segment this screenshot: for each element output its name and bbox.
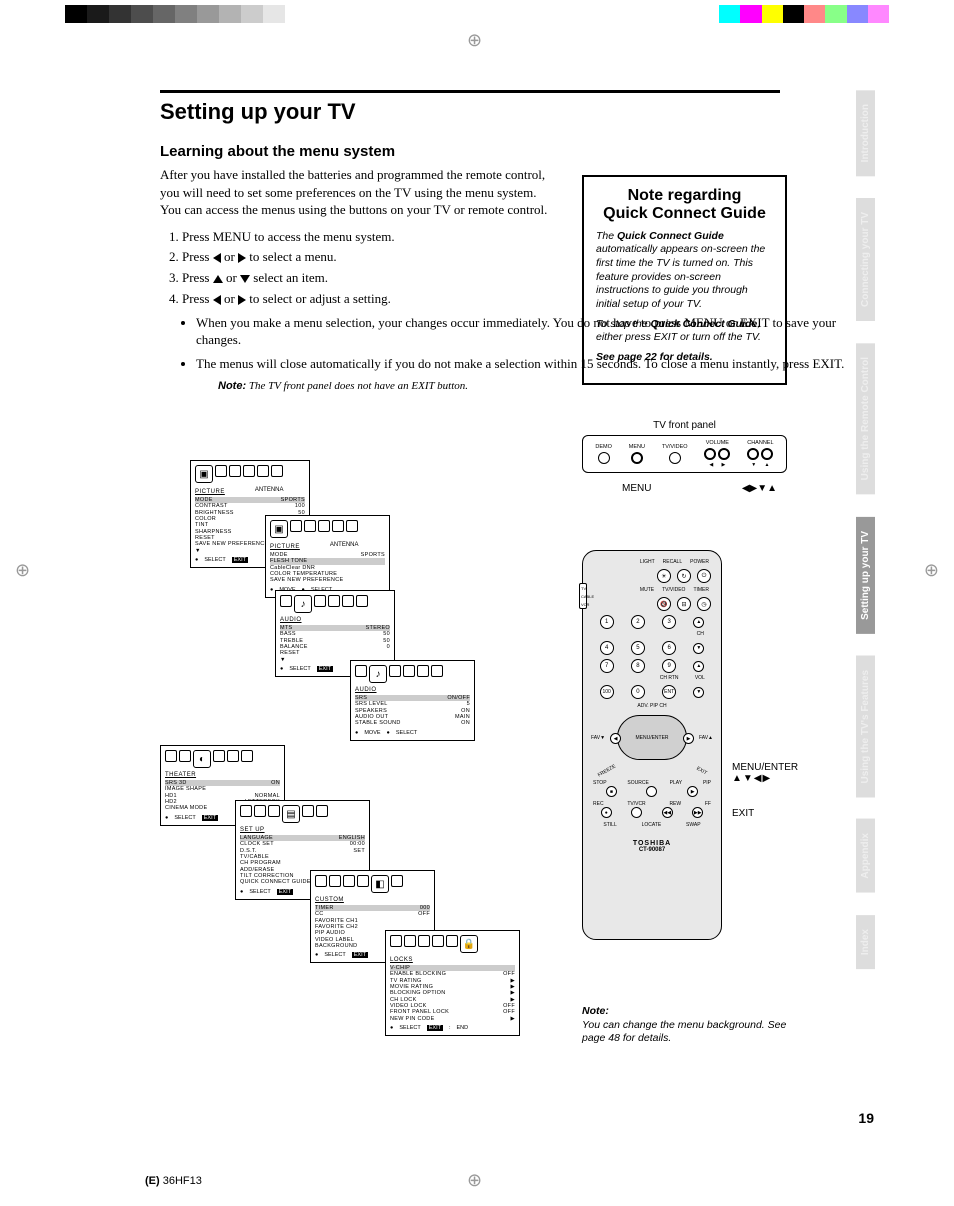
arrow-up-icon bbox=[213, 275, 223, 283]
sidebar-tab: Using the Remote Control bbox=[856, 343, 875, 494]
remote-diagram: TVCABLEVCR LIGHTRECALLPOWER ☀↻⏻ MUTETV/V… bbox=[582, 550, 812, 940]
arrow-right-icon bbox=[238, 295, 246, 305]
quick-connect-note-box: Note regardingQuick Connect Guide The Qu… bbox=[582, 175, 787, 385]
sidebar-tab: Connecting your TV bbox=[856, 198, 875, 321]
rew-icon: ◀◀ bbox=[662, 807, 673, 818]
ff-icon: ▶▶ bbox=[692, 807, 703, 818]
vol-up-icon bbox=[718, 448, 730, 460]
menu-button-icon bbox=[631, 452, 643, 464]
menu-enter-pad-icon: MENU/ENTER ◀ ▶ bbox=[617, 715, 687, 760]
mute-button-icon: 🔇 bbox=[657, 597, 671, 611]
tvvcr-icon bbox=[631, 807, 642, 818]
sidebar-tab: Index bbox=[856, 915, 875, 969]
arrow-down-icon bbox=[240, 275, 250, 283]
tvvideo-button-icon: ⊟ bbox=[677, 597, 691, 611]
play-icon: ▶ bbox=[687, 786, 698, 797]
menu-screenshots: ▣ PICTUREANTENNA MODESPORTSCONTRAST100BR… bbox=[160, 460, 550, 1060]
recall-button-icon: ↻ bbox=[677, 569, 691, 583]
menu-locks: 🔒 LOCKS V-CHIP ENABLE BLOCKINGOFF TV RAT… bbox=[385, 930, 520, 1036]
intro-text: After you have installed the batteries a… bbox=[160, 166, 560, 219]
tvvideo-button-icon bbox=[669, 452, 681, 464]
demo-button-icon bbox=[598, 452, 610, 464]
brand-label: TOSHIBA bbox=[591, 840, 713, 847]
callout-menu-enter: MENU/ENTER ▲▼◀▶ bbox=[732, 762, 798, 784]
tv-front-panel: TV front panel DEMO MENU TV/VIDEO VOLUME… bbox=[582, 420, 787, 494]
title-rule bbox=[160, 90, 780, 93]
bottom-note: Note: You can change the menu background… bbox=[582, 1005, 787, 1046]
menu-picture2: ▣ PICTUREANTENNA MODESPORTSFLESH TONECab… bbox=[265, 515, 390, 598]
footer-code: (E) 36HF13 bbox=[145, 1175, 202, 1187]
front-menu-label: MENU bbox=[622, 483, 651, 494]
light-button-icon: ☀ bbox=[657, 569, 671, 583]
notebox-p2: To stop the Quick Connect Guide, either … bbox=[596, 318, 773, 345]
arrow-left-icon bbox=[213, 253, 221, 263]
sidebar-tab: Using the TV's Features bbox=[856, 656, 875, 798]
sidebar-tab: Appendix bbox=[856, 819, 875, 893]
arrow-left-icon bbox=[213, 295, 221, 305]
notebox-p1: The Quick Connect Guide automatically ap… bbox=[596, 230, 773, 312]
page-number: 19 bbox=[858, 1110, 874, 1126]
power-button-icon: ⏻ bbox=[697, 569, 711, 583]
sidebar-tab: Introduction bbox=[856, 90, 875, 176]
front-panel-title: TV front panel bbox=[582, 420, 787, 431]
vol-down-icon bbox=[704, 448, 716, 460]
ch-up-icon bbox=[761, 448, 773, 460]
notebox-see: See page 22 for details. bbox=[596, 351, 773, 365]
page-title: Setting up your TV bbox=[160, 99, 880, 125]
model-label: CT-90087 bbox=[591, 847, 713, 853]
source-icon bbox=[646, 786, 657, 797]
rec-icon: ● bbox=[601, 807, 612, 818]
front-arrows-label: ◀▶▼▲ bbox=[742, 483, 777, 494]
callout-exit: EXIT bbox=[732, 808, 754, 819]
sidebar-tab: Setting up your TV bbox=[856, 517, 875, 634]
stop-icon: ■ bbox=[606, 786, 617, 797]
notebox-title: Note regardingQuick Connect Guide bbox=[596, 187, 773, 224]
timer-button-icon: ◷ bbox=[697, 597, 711, 611]
section-title: Learning about the menu system bbox=[160, 143, 880, 160]
sidebar-tabs: Introduction Connecting your TV Using the … bbox=[856, 90, 884, 991]
menu-audio2: ♪ AUDIO SRSON/OFFSRS LEVEL5SPEAKERSONAUD… bbox=[350, 660, 475, 741]
mode-switch-icon: TVCABLEVCR bbox=[579, 583, 587, 609]
ch-down-icon bbox=[747, 448, 759, 460]
arrow-right-icon bbox=[238, 253, 246, 263]
